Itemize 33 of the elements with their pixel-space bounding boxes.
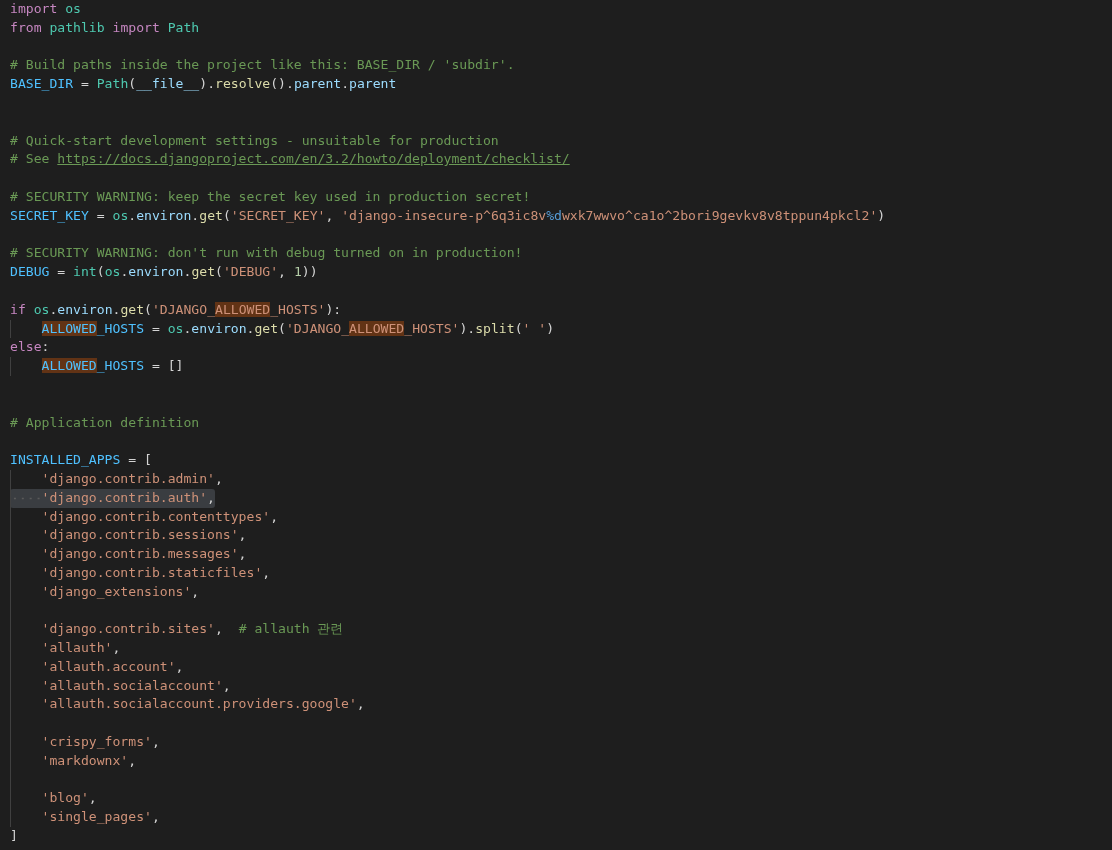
code-line: # Application definition: [10, 413, 200, 432]
code-line: 'allauth.socialaccount',: [10, 676, 231, 696]
code-line: 'allauth',: [10, 639, 121, 658]
code-line: 'crispy_forms',: [10, 733, 160, 752]
code-line: DEBUG = int(os.environ.get('DEBUG', 1)): [10, 263, 318, 282]
code-line: # SECURITY WARNING: keep the secret key used in production secret!: [10, 187, 531, 206]
code-line: 'django.contrib.admin',: [10, 469, 223, 489]
code-line: 'single_pages',: [10, 808, 160, 828]
code-line: 'django.contrib.sites', # allauth 관련: [10, 620, 344, 640]
code-line: # Quick-start development settings - unsuitable for production: [10, 131, 499, 150]
code-line: ]: [10, 827, 18, 846]
code-line: 'django.contrib.messages',: [10, 545, 247, 564]
code-line: 'django_extensions',: [10, 582, 200, 602]
code-line: # Build paths inside the project like this: BASE_DIR / 'subdir'.: [10, 56, 515, 75]
code-line: ALLOWED_HOSTS = os.environ.get('DJANGO_ALLOWED_HOSTS').split(' '): [10, 319, 555, 339]
code-line: else:: [10, 338, 50, 357]
code-line: import os: [10, 0, 81, 18]
code-line: 'django.contrib.contenttypes',: [10, 507, 279, 527]
code-line: ALLOWED_HOSTS = []: [10, 357, 184, 376]
code-comment: # See: [10, 151, 51, 167]
code-line: 'allauth.socialaccount.providers.google',: [10, 695, 365, 715]
code-line: BASE_DIR = Path(__file__).resolve().parent.parent: [10, 75, 397, 94]
code-line: from pathlib import Path: [10, 18, 200, 37]
code-line: # SECURITY WARNING: don't run with debug turned on in production!: [10, 244, 523, 263]
code-line: 'django.contrib.staticfiles',: [10, 563, 271, 583]
code-line: if os.environ.get('DJANGO_ALLOWED_HOSTS'):: [10, 300, 342, 319]
code-line: 'allauth.account',: [10, 657, 184, 677]
link[interactable]: https://docs.djangoproject.com/en/3.2/howto/deployment/checklist/: [57, 151, 570, 167]
code-line: 'django.contrib.sessions',: [10, 526, 247, 546]
code-line: INSTALLED_APPS = [: [10, 451, 152, 470]
code-line: 'markdownx',: [10, 751, 137, 771]
code-line: SECRET_KEY = os.environ.get('SECRET_KEY', 'django-insecure-p^6q3ic8v%dwxk7wwvo^ca1o^2bori9gevkv8v8tppun4pkcl2'): [10, 206, 886, 225]
code-line: 'blog',: [10, 789, 97, 809]
